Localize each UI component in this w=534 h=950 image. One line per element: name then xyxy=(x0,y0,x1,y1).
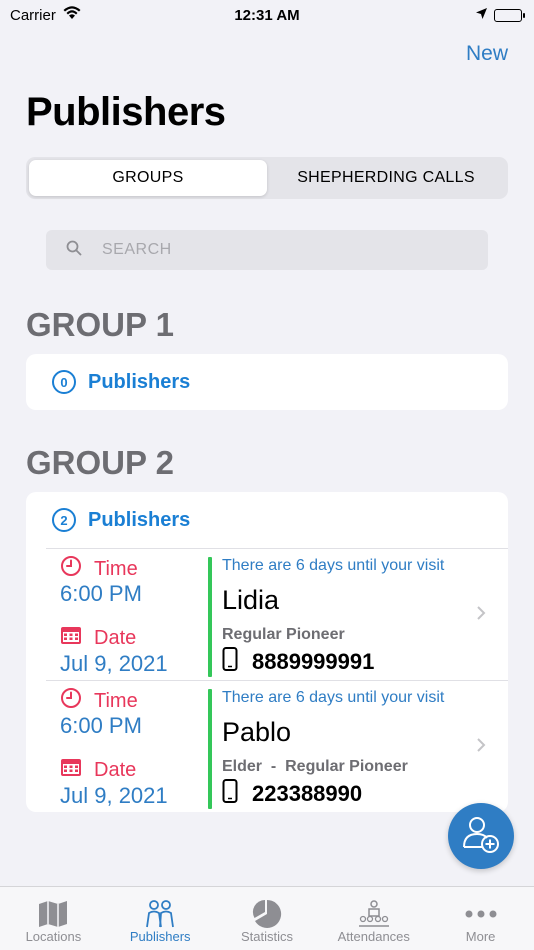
publishers-count-row[interactable]: 2 Publishers xyxy=(26,492,508,548)
calendar-icon xyxy=(60,625,82,651)
tab-locations[interactable]: Locations xyxy=(0,887,107,950)
phone-number: 8889999991 xyxy=(252,649,375,674)
count-badge: 2 xyxy=(52,508,76,532)
new-button[interactable]: New xyxy=(466,42,508,66)
carrier-label: Carrier xyxy=(10,6,56,24)
visit-date: Jul 9, 2021 xyxy=(60,651,168,676)
page-title: Publishers xyxy=(26,90,226,134)
time-label: Time xyxy=(60,555,138,583)
segment-groups[interactable]: GROUPS xyxy=(29,160,267,196)
clock-icon xyxy=(60,687,82,715)
audience-icon xyxy=(357,899,391,929)
count-badge: 0 xyxy=(52,370,76,394)
group-card-2: 2 Publishers Time 6:00 PM Date Jul 9, 20… xyxy=(26,492,508,812)
tab-label: More xyxy=(465,929,496,944)
status-right xyxy=(475,7,525,24)
search-icon xyxy=(66,240,82,261)
wifi-icon xyxy=(62,6,82,24)
publisher-row[interactable]: Time 6:00 PM Date Jul 9, 2021 There are … xyxy=(46,548,508,680)
publishers-count-row[interactable]: 0 Publishers xyxy=(26,354,508,410)
visit-schedule: Time 6:00 PM Date Jul 9, 2021 xyxy=(60,681,220,812)
add-publisher-button[interactable] xyxy=(448,803,514,869)
group-card-1: 0 Publishers xyxy=(26,354,508,410)
group-header-2: GROUP 2 xyxy=(26,444,174,481)
phone-icon xyxy=(222,779,238,809)
publisher-row[interactable]: Time 6:00 PM Date Jul 9, 2021 There are … xyxy=(46,680,508,812)
visit-schedule: Time 6:00 PM Date Jul 9, 2021 xyxy=(60,549,220,681)
visit-note: There are 6 days until your visit xyxy=(222,557,445,574)
date-label-text: Date xyxy=(94,758,137,781)
time-label: Time xyxy=(60,687,138,715)
publisher-phone: 223388990 xyxy=(222,779,362,809)
tab-statistics[interactable]: Statistics xyxy=(214,887,321,950)
publisher-details: There are 6 days until your visit Lidia … xyxy=(222,549,478,681)
phone-icon xyxy=(222,647,238,677)
publisher-role: Elder - Regular Pioneer xyxy=(222,758,408,775)
status-bar: Carrier 12:31 AM xyxy=(0,0,534,30)
tab-more[interactable]: More xyxy=(427,887,534,950)
chevron-right-icon xyxy=(476,601,486,627)
publisher-phone: 8889999991 xyxy=(222,647,374,677)
publishers-label: Publishers xyxy=(88,370,191,393)
battery-icon xyxy=(494,8,525,22)
status-left: Carrier xyxy=(10,6,82,24)
tab-bar: Locations Publishers Statistics Attendan… xyxy=(0,886,534,950)
date-label: Date xyxy=(60,625,136,651)
search-input[interactable] xyxy=(102,241,462,259)
phone-number: 223388990 xyxy=(252,781,363,806)
calendar-icon xyxy=(60,757,82,783)
time-label-text: Time xyxy=(94,689,138,712)
tab-attendances[interactable]: Attendances xyxy=(320,887,427,950)
publisher-name: Pablo xyxy=(222,717,292,747)
visit-date: Jul 9, 2021 xyxy=(60,783,168,808)
pie-chart-icon xyxy=(252,899,282,929)
date-label-text: Date xyxy=(94,626,137,649)
tab-label: Statistics xyxy=(240,929,293,944)
tab-label: Locations xyxy=(25,929,82,944)
publisher-name: Lidia xyxy=(222,585,280,615)
time-label-text: Time xyxy=(94,557,138,580)
people-icon xyxy=(143,899,177,929)
visit-note: There are 6 days until your visit xyxy=(222,689,445,706)
location-arrow-icon xyxy=(475,7,488,24)
tab-label: Attendances xyxy=(337,929,410,944)
date-label: Date xyxy=(60,757,136,783)
status-indicator-bar xyxy=(208,689,212,809)
chevron-right-icon xyxy=(476,733,486,759)
add-person-icon xyxy=(460,813,502,860)
status-indicator-bar xyxy=(208,557,212,677)
segmented-control: GROUPS SHEPHERDING CALLS xyxy=(26,157,508,199)
visit-time: 6:00 PM xyxy=(60,581,142,606)
search-bar xyxy=(46,230,488,270)
map-icon xyxy=(38,899,68,929)
tab-publishers[interactable]: Publishers xyxy=(107,887,214,950)
publisher-details: There are 6 days until your visit Pablo … xyxy=(222,681,478,812)
more-dots-icon xyxy=(465,899,497,929)
segment-shepherding-calls[interactable]: SHEPHERDING CALLS xyxy=(267,160,505,196)
group-header-1: GROUP 1 xyxy=(26,306,174,343)
publisher-role: Regular Pioneer xyxy=(222,626,345,643)
clock-icon xyxy=(60,555,82,583)
visit-time: 6:00 PM xyxy=(60,713,142,738)
publishers-label: Publishers xyxy=(88,508,191,531)
tab-label: Publishers xyxy=(129,929,191,944)
